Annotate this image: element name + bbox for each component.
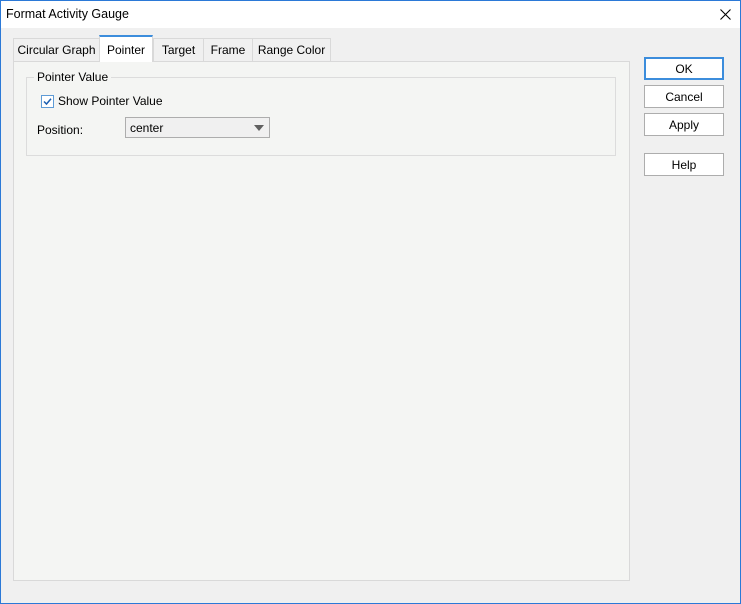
help-button[interactable]: Help	[644, 153, 724, 176]
position-select-value: center	[130, 121, 164, 135]
pointer-value-group: Pointer Value Show Pointer Value Positio…	[26, 70, 616, 156]
tab-panel-pointer: Pointer Value Show Pointer Value Positio…	[13, 61, 630, 581]
close-button[interactable]	[710, 1, 740, 28]
tab-label: Circular Graph	[17, 43, 96, 57]
tab-frame[interactable]: Frame	[203, 38, 253, 61]
window-title: Format Activity Gauge	[6, 7, 129, 21]
dialog-window: Format Activity Gauge Circular Graph Poi…	[0, 0, 741, 604]
tab-label: Frame	[210, 43, 246, 57]
position-select[interactable]: center	[125, 117, 270, 138]
show-pointer-value-checkbox[interactable]	[41, 94, 54, 108]
apply-button[interactable]: Apply	[644, 113, 724, 136]
tab-target[interactable]: Target	[153, 38, 204, 61]
tab-label: Target	[161, 43, 196, 57]
tab-range-color[interactable]: Range Color	[252, 38, 331, 61]
tab-label: Range Color	[257, 43, 326, 57]
tab-circular-graph[interactable]: Circular Graph	[13, 38, 100, 61]
show-pointer-value-label: Show Pointer Value	[58, 94, 163, 108]
position-label: Position:	[37, 123, 84, 137]
show-pointer-value-option[interactable]: Show Pointer Value	[41, 94, 163, 108]
tab-label: Pointer	[106, 42, 146, 57]
ok-button[interactable]: OK	[644, 57, 724, 80]
tab-pointer[interactable]: Pointer	[99, 35, 153, 62]
group-title: Pointer Value	[34, 70, 112, 84]
cancel-button[interactable]: Cancel	[644, 85, 724, 108]
chevron-down-icon	[254, 125, 264, 131]
title-bar: Format Activity Gauge	[1, 1, 740, 28]
close-icon	[719, 9, 731, 20]
checkmark-icon	[43, 97, 52, 105]
